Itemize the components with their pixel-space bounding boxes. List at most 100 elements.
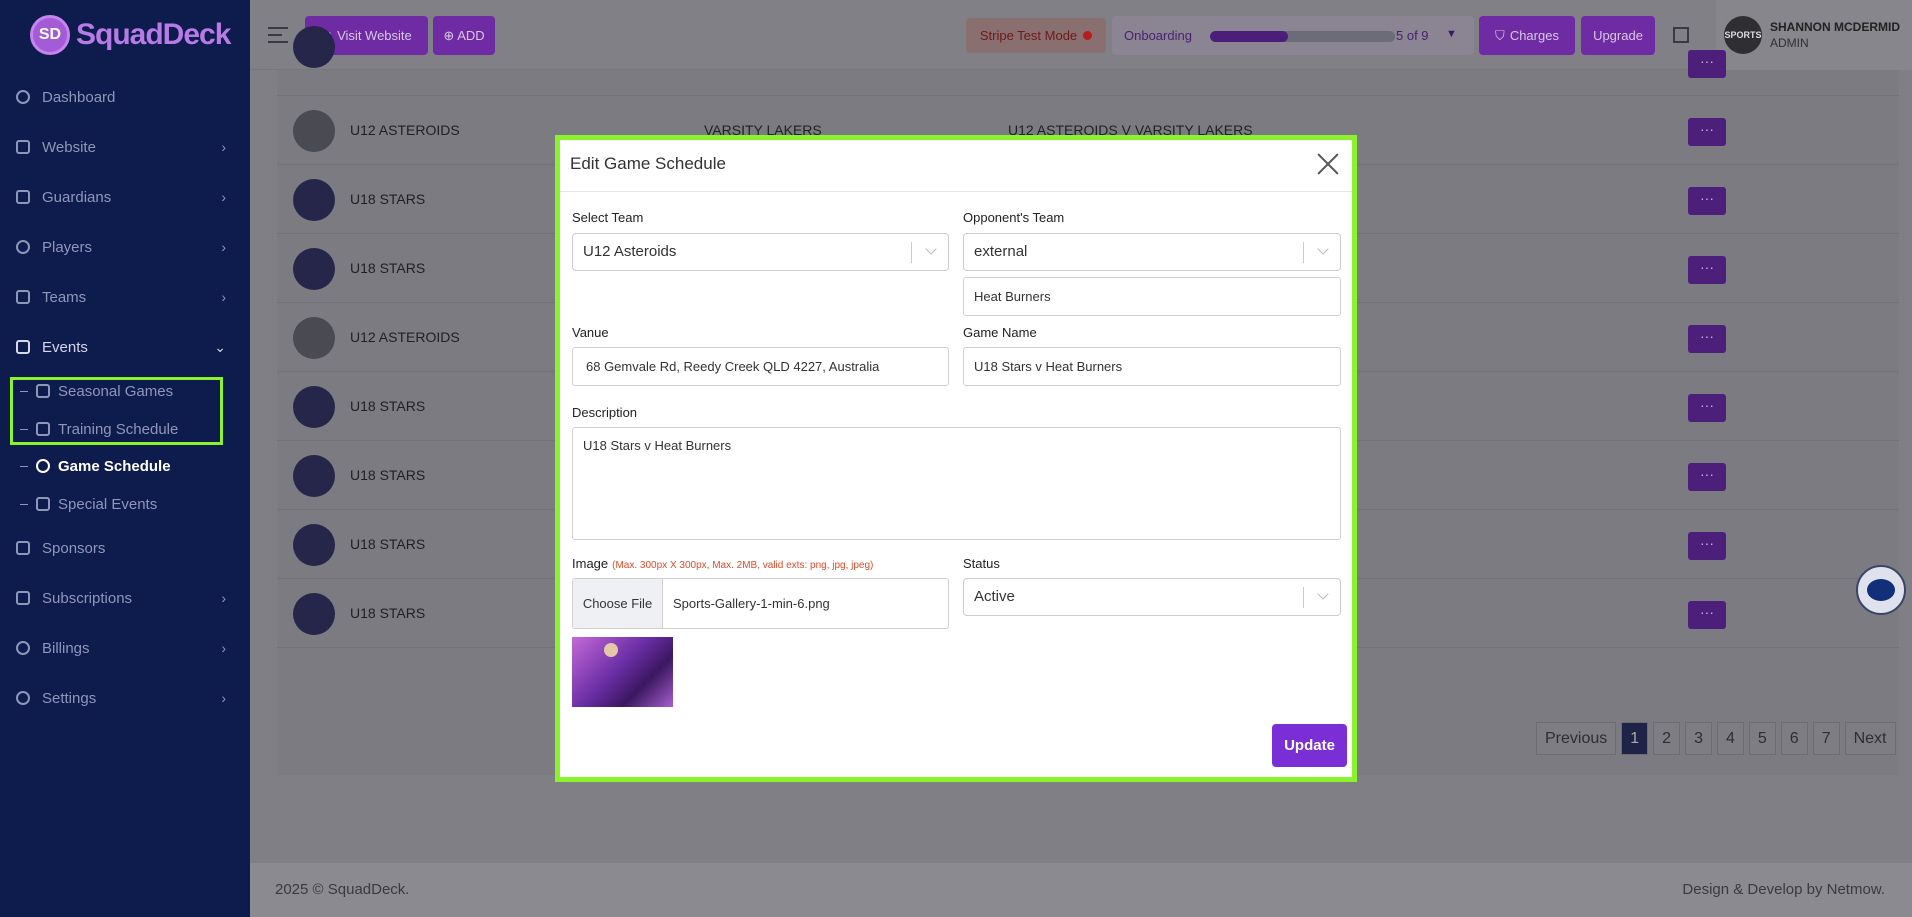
sidebar-item-players[interactable]: Players › — [0, 227, 250, 267]
gear-icon — [16, 691, 30, 705]
pagination-page-4[interactable]: 4 — [1716, 722, 1744, 755]
edit-game-schedule-modal: Edit Game Schedule Select Team U12 Aster… — [555, 135, 1357, 782]
select-team-label: Select Team — [572, 210, 644, 225]
status-label: Status — [963, 556, 1000, 571]
select-separator — [1303, 242, 1304, 263]
chevron-down-icon — [1317, 588, 1329, 600]
dash-divider — [20, 503, 28, 505]
pagination-page-5[interactable]: 5 — [1748, 722, 1776, 755]
chat-bubble-icon — [1867, 579, 1895, 601]
sidebar-item-teams[interactable]: Teams › — [0, 277, 250, 317]
sidebar-item-settings[interactable]: Settings › — [0, 678, 250, 718]
choose-file-button[interactable]: Choose File — [573, 579, 663, 628]
update-button[interactable]: Update — [1272, 724, 1347, 767]
special-events-icon — [36, 497, 50, 511]
team-name: U18 STARS — [350, 605, 426, 621]
select-team-dropdown[interactable]: U12 Asteroids — [572, 233, 949, 271]
select-team-value: U12 Asteroids — [583, 243, 677, 260]
user-icon — [16, 240, 30, 254]
sidebar-item-label: Guardians — [42, 188, 112, 206]
image-file-input[interactable]: Choose File Sports-Gallery-1-min-6.png — [572, 578, 949, 629]
sidebar-item-dashboard[interactable]: Dashboard — [0, 77, 250, 117]
teams-icon — [16, 290, 30, 304]
pagination-page-6[interactable]: 6 — [1780, 722, 1808, 755]
pagination: Previous 1 2 3 4 5 6 7 Next — [1531, 722, 1896, 755]
sidebar-subitem-game-schedule[interactable]: Game Schedule — [0, 449, 250, 483]
team-name: U18 STARS — [350, 467, 426, 483]
file-icon — [16, 541, 30, 555]
sidebar-item-label: Dashboard — [42, 88, 116, 106]
opponent-type-value: external — [974, 243, 1028, 260]
team-name: U18 STARS — [350, 536, 426, 552]
team-name: U18 STARS — [350, 260, 426, 276]
pagination-page-2[interactable]: 2 — [1653, 722, 1681, 755]
chevron-right-icon: › — [221, 289, 226, 305]
venue-label: Vanue — [572, 325, 609, 340]
sidebar-item-events[interactable]: Events ⌄ — [0, 327, 250, 367]
sidebar-item-label: Settings — [42, 689, 97, 707]
subitem-label: Special Events — [58, 495, 158, 513]
pagination-page-7[interactable]: 7 — [1812, 722, 1840, 755]
envelope-icon — [16, 591, 30, 605]
row-actions-button[interactable]: ··· — [1688, 532, 1726, 560]
logo-text: SquadDeck — [76, 18, 231, 51]
sidebar-item-guardians[interactable]: Guardians › — [0, 177, 250, 217]
footer-copyright: 2025 © SquadDeck. — [275, 881, 410, 898]
row-actions-button[interactable]: ··· — [1688, 601, 1726, 629]
team-name: U18 STARS — [350, 191, 426, 207]
sidebar-subitem-special-events[interactable]: Special Events — [0, 487, 250, 521]
pagination-previous[interactable]: Previous — [1536, 722, 1617, 755]
sidebar-item-billings[interactable]: Billings › — [0, 628, 250, 668]
team-avatar — [293, 110, 335, 152]
image-label: Image — [572, 556, 609, 571]
team-avatar — [293, 248, 335, 290]
row-actions-button[interactable]: ··· — [1688, 118, 1726, 146]
status-value: Active — [974, 588, 1015, 605]
game-name-label: Game Name — [963, 325, 1037, 340]
coins-icon — [16, 641, 30, 655]
row-actions-button[interactable]: ··· — [1688, 394, 1726, 422]
chevron-right-icon: › — [221, 139, 226, 155]
row-actions-button[interactable]: ··· — [1688, 325, 1726, 353]
venue-input[interactable]: 68 Gemvale Rd, Reedy Creek QLD 4227, Aus… — [572, 347, 949, 386]
sidebar-item-subscriptions[interactable]: Subscriptions › — [0, 578, 250, 618]
chat-button[interactable] — [1856, 565, 1906, 615]
close-icon[interactable] — [1316, 152, 1340, 176]
logo-badge: SD — [30, 15, 70, 55]
opponent-name-input[interactable]: Heat Burners — [963, 277, 1341, 316]
website-icon — [16, 140, 30, 154]
team-avatar — [293, 179, 335, 221]
row-actions-button[interactable]: ··· — [1688, 187, 1726, 215]
guardians-icon — [16, 190, 30, 204]
description-textarea[interactable]: U18 Stars v Heat Burners — [572, 427, 1341, 540]
table-row: ··· — [277, 26, 1899, 96]
file-name: Sports-Gallery-1-min-6.png — [673, 596, 830, 611]
modal-header: Edit Game Schedule — [560, 140, 1352, 192]
sidebar-item-website[interactable]: Website › — [0, 127, 250, 167]
team-avatar — [293, 593, 335, 635]
pagination-page-1[interactable]: 1 — [1621, 722, 1649, 755]
sidebar-item-sponsors[interactable]: Sponsors — [0, 528, 250, 568]
team-avatar — [293, 524, 335, 566]
status-dropdown[interactable]: Active — [963, 578, 1341, 616]
chevron-down-icon — [1317, 243, 1329, 255]
row-actions-button[interactable]: ··· — [1688, 463, 1726, 491]
select-separator — [1303, 587, 1304, 608]
chevron-right-icon: › — [221, 690, 226, 706]
game-name-input[interactable]: U18 Stars v Heat Burners — [963, 347, 1341, 386]
opponent-type-dropdown[interactable]: external — [963, 233, 1341, 271]
chevron-right-icon: › — [221, 189, 226, 205]
chevron-right-icon: › — [221, 590, 226, 606]
pagination-page-3[interactable]: 3 — [1685, 722, 1712, 755]
sidebar-item-label: Teams — [42, 288, 87, 306]
logo[interactable]: SD SquadDeck — [0, 0, 250, 70]
pagination-next[interactable]: Next — [1844, 722, 1896, 755]
chevron-down-icon: ⌄ — [214, 339, 226, 355]
highlight-box — [10, 377, 223, 445]
row-actions-button[interactable]: ··· — [1688, 256, 1726, 284]
row-actions-button[interactable]: ··· — [1688, 50, 1726, 78]
team-avatar — [293, 26, 335, 68]
opponent-label: Opponent's Team — [963, 210, 1065, 225]
sidebar-item-label: Billings — [42, 639, 90, 657]
sidebar-item-label: Website — [42, 138, 96, 156]
